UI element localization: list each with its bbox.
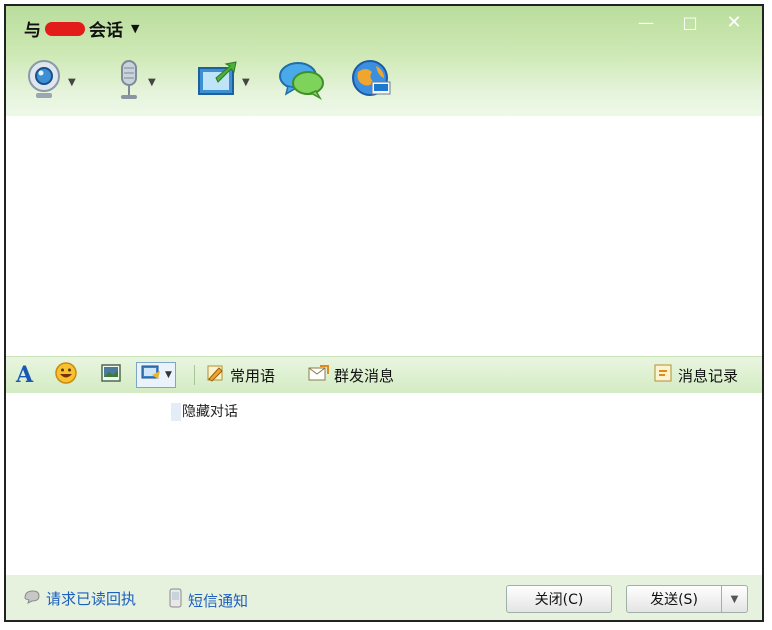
chat-mode-button[interactable] [278, 58, 326, 106]
title-prefix: 与 [24, 21, 41, 41]
globe-app-icon [350, 58, 394, 106]
picture-icon [100, 362, 122, 388]
maximize-button[interactable]: □ [668, 10, 712, 36]
receipt-icon [22, 587, 42, 609]
close-button[interactable]: 关闭(C) [506, 585, 612, 613]
group-send-icon [306, 362, 330, 388]
screenshot-control[interactable]: ▼ [136, 362, 176, 388]
sms-notice-label: 短信通知 [188, 591, 249, 610]
read-receipt-link[interactable]: 请求已读回执 [22, 587, 136, 609]
toolbar-separator [194, 365, 195, 385]
group-message-button[interactable]: 群发消息 [306, 357, 394, 393]
sms-notice-link[interactable]: 短信通知 [166, 587, 248, 613]
file-transfer-icon [196, 58, 238, 106]
text-cursor-highlight [171, 403, 181, 421]
microphone-dropdown-icon[interactable]: ▼ [148, 77, 156, 88]
screenshot-icon [140, 363, 162, 387]
message-history-button[interactable]: 消息记录 [652, 357, 738, 393]
smiley-icon [54, 361, 78, 389]
screenshot-button[interactable]: ▼ [136, 357, 176, 393]
pencil-note-icon [204, 362, 226, 388]
redacted-contact-name [45, 21, 85, 36]
close-window-button[interactable]: ✕ [712, 10, 756, 36]
message-input-area[interactable]: 隐藏对话 [6, 393, 762, 575]
title-dropdown-icon[interactable]: ▼ [131, 22, 139, 35]
webcam-dropdown-icon[interactable]: ▼ [68, 77, 76, 88]
title-suffix: 会话 [89, 21, 123, 41]
history-icon [652, 362, 674, 388]
screenshot-dropdown-icon[interactable]: ▼ [165, 370, 172, 380]
webcam-icon [24, 58, 64, 106]
video-chat-button[interactable]: ▼ [24, 58, 76, 106]
font-icon: A [16, 362, 34, 388]
bottom-bar: 请求已读回执 短信通知 关闭(C) 发送(S) ▼ [6, 575, 762, 620]
send-options-dropdown-icon[interactable]: ▼ [722, 585, 748, 613]
microphone-icon [114, 58, 144, 106]
common-phrases-button[interactable]: 常用语 [204, 357, 275, 393]
read-receipt-label: 请求已读回执 [46, 589, 137, 608]
chat-bubbles-icon [278, 58, 326, 106]
voice-chat-button[interactable]: ▼ [114, 58, 156, 106]
common-phrases-label: 常用语 [230, 366, 276, 385]
message-history-label: 消息记录 [678, 366, 739, 385]
emoji-button[interactable] [54, 357, 78, 393]
file-transfer-dropdown-icon[interactable]: ▼ [242, 77, 250, 88]
phone-icon [166, 587, 184, 613]
image-button[interactable] [100, 357, 122, 393]
window-title[interactable]: 与 会话 ▼ [24, 16, 139, 41]
font-button[interactable]: A [16, 357, 33, 393]
feature-toolbar: ▼ ▼ ▼ [6, 58, 762, 114]
input-toolbar: A ▼ 常用语 群发消息 消息记录 [6, 356, 762, 394]
group-message-label: 群发消息 [334, 366, 395, 385]
send-button[interactable]: 发送(S) [626, 585, 722, 613]
send-file-button[interactable]: ▼ [196, 58, 250, 106]
minimize-button[interactable]: — [624, 10, 668, 36]
apps-button[interactable] [350, 58, 394, 106]
chat-window: 与 会话 ▼ — □ ✕ ▼ ▼ ▼ A ▼ 常用语 群发消息 消息记录 隐藏对… [4, 4, 764, 622]
title-bar: 与 会话 ▼ — □ ✕ ▼ ▼ ▼ [6, 6, 762, 116]
hidden-chat-tooltip: 隐藏对话 [182, 404, 238, 420]
message-display-area[interactable] [6, 116, 762, 356]
